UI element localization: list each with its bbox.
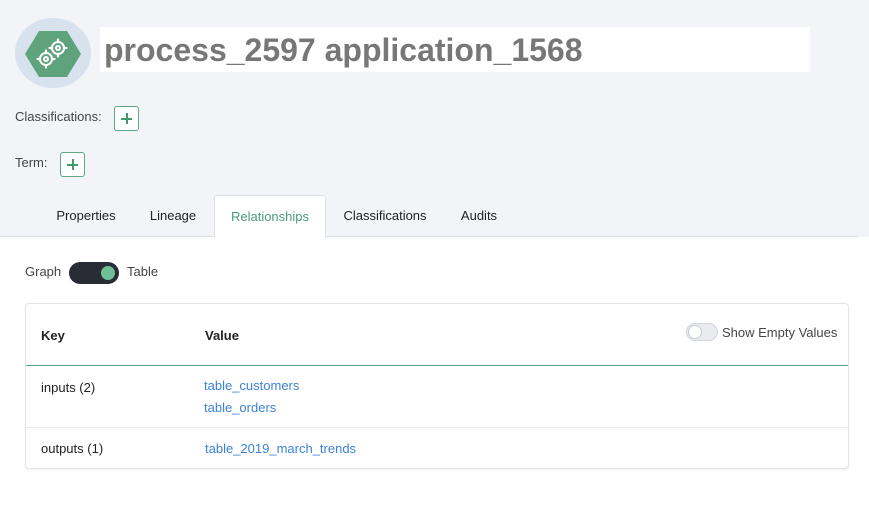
tab-bar: Properties Lineage Relationships Classif… — [0, 195, 869, 238]
add-term-button[interactable] — [60, 152, 85, 177]
header-divider — [26, 365, 848, 366]
term-label: Term: — [15, 155, 48, 170]
entity-header: process_2597 application_1568 Classifica… — [0, 0, 869, 238]
row-divider — [26, 427, 848, 428]
graph-table-switch[interactable] — [69, 262, 119, 284]
link-table-customers[interactable]: table_customers — [204, 378, 299, 393]
relationships-table: Key Value Show Empty Values inputs (2) t… — [25, 303, 849, 469]
tab-audits[interactable]: Audits — [446, 195, 512, 237]
toggle-knob — [688, 325, 702, 339]
tab-properties[interactable]: Properties — [42, 195, 130, 237]
tab-lineage[interactable]: Lineage — [136, 195, 210, 237]
row-key-inputs: inputs (2) — [41, 380, 96, 395]
tab-classifications[interactable]: Classifications — [332, 195, 438, 237]
key-header: Key — [41, 328, 65, 343]
switch-knob — [101, 266, 115, 280]
table-label[interactable]: Table — [127, 264, 158, 279]
title-box: process_2597 application_1568 — [100, 27, 810, 72]
link-table-orders[interactable]: table_orders — [204, 400, 276, 415]
value-header: Value — [205, 328, 239, 343]
process-gear-icon — [15, 18, 91, 88]
show-empty-values-label: Show Empty Values — [722, 325, 838, 340]
link-table-2019-march-trends[interactable]: table_2019_march_trends — [205, 441, 356, 456]
tab-relationships[interactable]: Relationships — [214, 195, 326, 238]
graph-label[interactable]: Graph — [25, 264, 61, 279]
entity-title: process_2597 application_1568 — [104, 32, 583, 68]
add-classification-button[interactable] — [114, 106, 139, 131]
classifications-label: Classifications: — [15, 109, 102, 124]
show-empty-values-toggle[interactable] — [686, 323, 718, 341]
row-key-outputs: outputs (1) — [41, 441, 104, 456]
